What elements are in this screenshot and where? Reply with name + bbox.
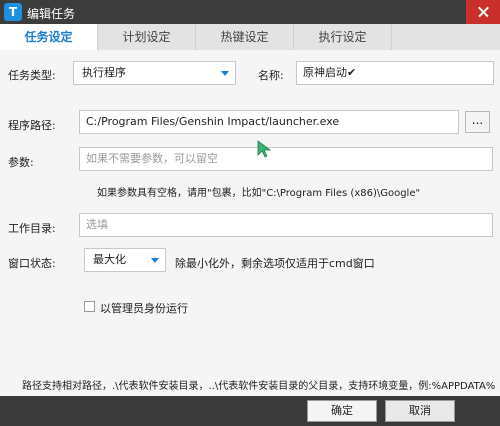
window-state-select[interactable]: 最大化	[84, 248, 166, 272]
path-label: 程序路径:	[8, 119, 56, 132]
workdir-label: 工作目录:	[8, 222, 56, 235]
path-help-text: 路径支持相对路径，.\代表软件安装目录，..\代表软件安装目录的父目录，支持环境…	[22, 381, 496, 392]
browse-button[interactable]: ...	[465, 111, 490, 133]
task-type-select[interactable]: 执行程序	[73, 61, 236, 85]
title-bar[interactable]: T 编辑任务	[0, 0, 500, 24]
tab-schedule-settings[interactable]: 计划设定	[98, 24, 196, 50]
window-state-label: 窗口状态:	[8, 257, 56, 270]
window-state-value: 最大化	[93, 253, 126, 266]
params-input[interactable]: 如果不需要参数，可以留空	[79, 147, 493, 171]
close-icon[interactable]	[466, 0, 500, 24]
task-type-label: 任务类型:	[8, 69, 56, 82]
tab-bar: 任务设定 计划设定 热键设定 执行设定	[0, 24, 500, 50]
cancel-button[interactable]: 取消	[385, 400, 455, 422]
tab-execution-settings[interactable]: 执行设定	[294, 24, 392, 50]
tab-hotkey-settings[interactable]: 热键设定	[196, 24, 294, 50]
mouse-cursor-icon	[257, 140, 272, 158]
window-title: 编辑任务	[27, 7, 76, 21]
params-label: 参数:	[8, 156, 34, 169]
name-label: 名称:	[258, 69, 284, 82]
workdir-input[interactable]: 选填	[79, 213, 493, 237]
ok-button[interactable]: 确定	[307, 400, 377, 422]
path-input[interactable]: C:/Program Files/Genshin Impact/launcher…	[79, 110, 459, 134]
app-logo-icon: T	[4, 3, 22, 21]
chevron-down-icon	[151, 258, 159, 263]
task-type-value: 执行程序	[82, 66, 126, 79]
chevron-down-icon	[221, 71, 229, 76]
name-input[interactable]: 原神启动✔	[296, 61, 494, 85]
window-state-hint: 除最小化外，剩余选项仅适用于cmd窗口	[175, 257, 375, 270]
run-as-admin-label[interactable]: 以管理员身份运行	[100, 300, 188, 316]
tab-task-settings[interactable]: 任务设定	[0, 24, 98, 50]
run-as-admin-checkbox[interactable]	[84, 301, 95, 312]
params-hint: 如果参数具有空格，请用"包裹，比如"C:\Program Files (x86)…	[97, 188, 421, 199]
